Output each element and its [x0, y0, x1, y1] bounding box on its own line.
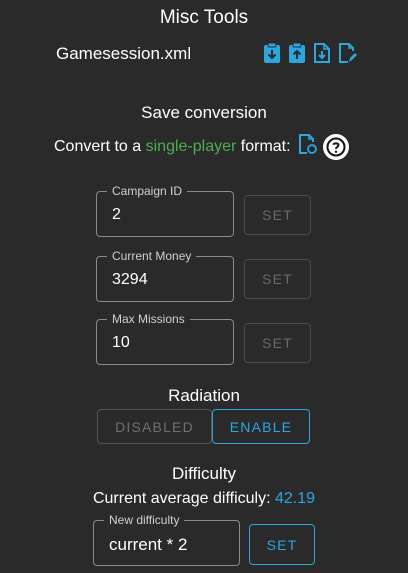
radiation-enable-button[interactable]: ENABLE: [212, 409, 310, 444]
campaign-id-value[interactable]: 2: [112, 206, 121, 224]
campaign-id-field[interactable]: Campaign ID 2: [96, 184, 234, 237]
radiation-disabled-button[interactable]: DISABLED: [97, 409, 212, 444]
average-difficulty-label: Current average difficuly:: [92, 490, 271, 507]
max-missions-field[interactable]: Max Missions 10: [96, 312, 234, 365]
difficulty-heading: Difficulty: [172, 464, 236, 483]
file-download-icon[interactable]: [312, 42, 332, 64]
new-difficulty-value[interactable]: current * 2: [109, 535, 187, 555]
current-money-value[interactable]: 3294: [112, 271, 148, 289]
convert-text-prefix: Convert to a: [54, 137, 146, 155]
file-edit-icon[interactable]: [337, 42, 357, 64]
max-missions-label: Max Missions: [107, 312, 190, 326]
file-name: Gamesession.xml: [56, 44, 192, 63]
help-button[interactable]: [322, 133, 349, 160]
campaign-id-label: Campaign ID: [107, 184, 188, 198]
clipboard-up-icon[interactable]: [287, 42, 307, 64]
convert-row: Convert to a single-player format:: [54, 133, 349, 160]
max-missions-set-button[interactable]: SET: [244, 323, 311, 363]
clipboard-down-icon[interactable]: [262, 42, 282, 64]
convert-text-highlight: single-player: [145, 137, 237, 155]
help-icon: [326, 137, 346, 156]
average-difficulty: Current average difficuly: 42.19: [0, 490, 408, 508]
file-actions: [262, 42, 357, 64]
file-convert-icon[interactable]: [297, 133, 317, 160]
current-money-label: Current Money: [107, 249, 197, 263]
max-missions-value[interactable]: 10: [112, 334, 130, 352]
save-conversion-heading: Save conversion: [141, 103, 267, 122]
new-difficulty-field[interactable]: New difficulty current * 2: [93, 513, 240, 566]
page-title: Misc Tools: [159, 7, 249, 28]
current-money-field[interactable]: Current Money 3294: [96, 249, 234, 302]
difficulty-set-button[interactable]: SET: [249, 524, 315, 565]
new-difficulty-label: New difficulty: [104, 513, 185, 527]
convert-text-suffix: format:: [236, 137, 291, 155]
current-money-set-button[interactable]: SET: [244, 259, 311, 299]
campaign-id-set-button[interactable]: SET: [244, 195, 311, 235]
radiation-heading: Radiation: [168, 386, 240, 405]
average-difficulty-value: 42.19: [274, 490, 316, 507]
